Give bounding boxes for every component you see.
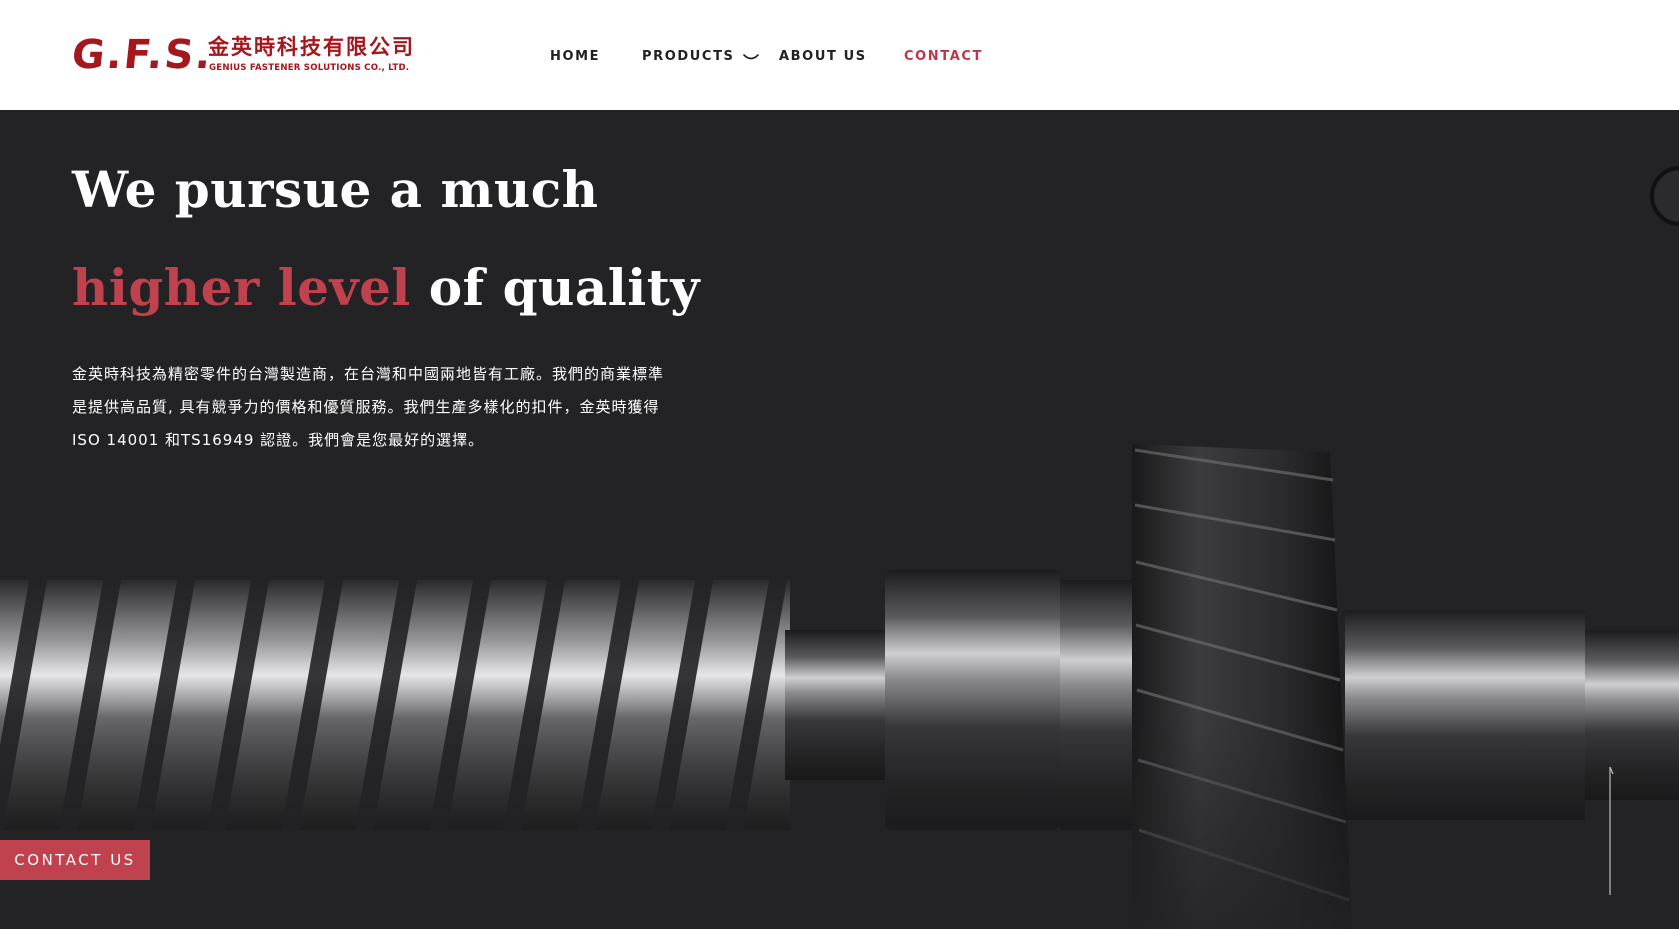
scroll-arrow-icon[interactable] <box>1604 765 1616 897</box>
hero-intro-text: 金英時科技為精密零件的台灣製造商，在台灣和中國兩地皆有工廠。我們的商業標準是提供… <box>72 365 665 449</box>
hero-section: We pursue a much higher level of quality… <box>0 110 1679 929</box>
site-header: G.F.S. 金英時科技有限公司 GENIUS FASTENER SOLUTIO… <box>0 0 1679 110</box>
main-nav: HOME PRODUCTS ABOUT US CONTACT <box>550 44 983 68</box>
nav-products-label: PRODUCTS <box>642 48 735 64</box>
logo-company-name-en: GENIUS FASTENER SOLUTIONS CO., LTD. <box>209 63 410 73</box>
nav-contact[interactable]: CONTACT <box>904 49 983 64</box>
nav-home[interactable]: HOME <box>550 49 642 64</box>
hero-headline-accent: higher level <box>72 258 411 317</box>
chevron-down-icon <box>742 54 759 60</box>
hero-headline-rest: of quality <box>410 258 700 317</box>
hero-headline-line1: We pursue a much <box>72 160 599 219</box>
logo-company-name-cn: 金英時科技有限公司 <box>208 35 415 59</box>
contact-us-button[interactable]: CONTACT US <box>0 840 150 880</box>
logo-mark: G.F.S. <box>69 32 216 78</box>
hero-headline-line2: higher level of quality <box>72 258 700 317</box>
nav-about-us[interactable]: ABOUT US <box>779 49 904 64</box>
hero-gear-shaft-image <box>0 444 1679 929</box>
nav-products[interactable]: PRODUCTS <box>642 49 779 64</box>
